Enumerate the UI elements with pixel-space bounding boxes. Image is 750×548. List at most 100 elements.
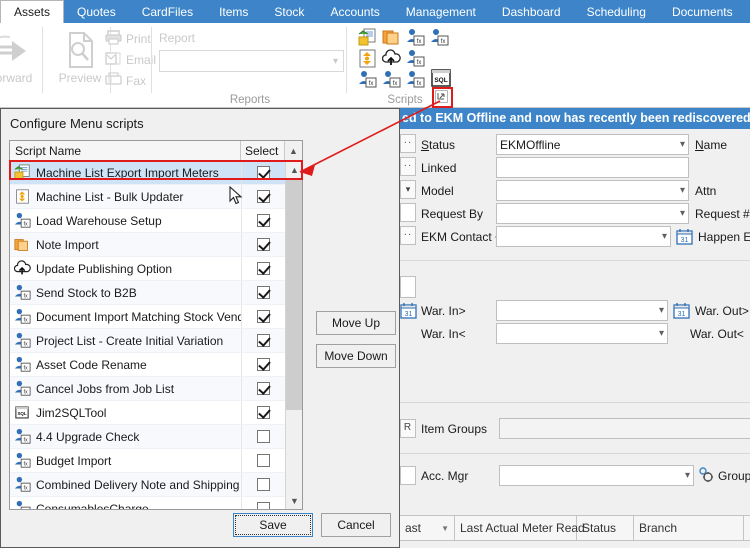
ekm-contact-combo[interactable]: ▾ — [496, 226, 671, 247]
calendar-icon[interactable]: 31 — [400, 302, 417, 319]
script-select-checkbox[interactable] — [241, 449, 285, 472]
tab-scheduling[interactable]: Scheduling — [574, 0, 659, 23]
script-list-scrollbar[interactable]: ▲ ▼ — [285, 161, 302, 509]
script-select-checkbox[interactable] — [241, 473, 285, 496]
script-select-checkbox[interactable] — [241, 233, 285, 256]
table-row[interactable]: SQL Jim2SQLTool — [10, 401, 285, 425]
save-button[interactable]: Save — [233, 513, 313, 537]
table-row[interactable]: fx Combined Delivery Note and Shipping St… — [10, 473, 285, 497]
table-row[interactable]: fx Cancel Jobs from Job List — [10, 377, 285, 401]
script-select-checkbox[interactable] — [241, 377, 285, 400]
tab-dashboard[interactable]: Dashboard — [489, 0, 574, 23]
tab-cardfiles[interactable]: CardFiles — [129, 0, 206, 23]
table-row[interactable]: Machine List - Bulk Updater — [10, 185, 285, 209]
script-select-checkbox[interactable] — [241, 161, 285, 184]
tab-tools[interactable]: Tools — [746, 0, 750, 23]
table-row[interactable]: fx Budget Import — [10, 449, 285, 473]
fax-button[interactable]: Fax — [105, 72, 146, 90]
table-row[interactable]: fx Load Warehouse Setup — [10, 209, 285, 233]
user-script-icon[interactable]: fx — [358, 70, 377, 89]
scroll-up-button[interactable]: ▲ — [286, 161, 302, 178]
print-button[interactable]: Print — [105, 30, 151, 48]
script-select-checkbox[interactable] — [241, 281, 285, 304]
script-select-checkbox[interactable] — [241, 425, 285, 448]
copy-folder-icon[interactable] — [382, 28, 401, 47]
report-combo[interactable]: ▾ — [159, 50, 344, 72]
script-select-checkbox[interactable] — [241, 401, 285, 424]
table-row[interactable]: Update Publishing Option — [10, 257, 285, 281]
scroll-down-button[interactable]: ▼ — [286, 492, 302, 509]
move-down-button[interactable]: Move Down — [316, 344, 396, 368]
script-select-checkbox[interactable] — [241, 185, 285, 208]
linked-input[interactable] — [496, 157, 689, 178]
grid-column-header[interactable]: Branch — [634, 516, 744, 540]
war-in-gt-combo[interactable]: ▾ — [496, 300, 668, 321]
script-name-label: Machine List Export Import Meters — [36, 165, 219, 180]
user-script-icon[interactable]: fx — [406, 28, 425, 47]
table-row[interactable]: Note Import — [10, 233, 285, 257]
script-select-checkbox[interactable] — [241, 305, 285, 328]
move-up-button[interactable]: Move Up — [316, 311, 396, 335]
column-header-script-name[interactable]: Script Name — [10, 141, 241, 160]
table-row[interactable]: fx Send Stock to B2B — [10, 281, 285, 305]
grid-column-header[interactable]: ast ▼ — [400, 516, 455, 540]
scroll-up-arrow-icon[interactable]: ▲ — [285, 141, 302, 160]
model-combo[interactable]: ▾ — [496, 180, 689, 201]
table-row[interactable]: fx ConsumablesCharge — [10, 497, 285, 509]
user-script-icon[interactable]: fx — [430, 28, 449, 47]
request-by-combo[interactable]: ▾ — [496, 203, 689, 224]
script-select-checkbox[interactable] — [241, 209, 285, 232]
tab-assets[interactable]: Assets — [0, 0, 65, 23]
tab-accounts[interactable]: Accounts — [317, 0, 392, 23]
table-row[interactable]: fx 4.4 Upgrade Check — [10, 425, 285, 449]
request-by-stub-box[interactable] — [400, 203, 416, 222]
tab-documents[interactable]: Documents — [659, 0, 746, 23]
ekm-contact-ellipsis-button[interactable]: ·· — [400, 226, 416, 245]
status-ellipsis-button[interactable]: ·· — [400, 134, 416, 153]
tab-management[interactable]: Management — [393, 0, 489, 23]
linked-ellipsis-button[interactable]: ·· — [400, 157, 416, 176]
groups-settings-icon[interactable] — [697, 466, 714, 486]
checkbox-icon — [257, 406, 270, 419]
tab-items[interactable]: Items — [206, 0, 261, 23]
status-combo[interactable]: EKMOffline ▾ — [496, 134, 689, 155]
item-groups-button[interactable]: R — [400, 419, 418, 438]
grid-column-header[interactable]: Last Actual Meter Read — [455, 516, 585, 540]
status-label: Status — [421, 137, 456, 152]
script-package-icon[interactable] — [358, 28, 377, 47]
user-script-icon: fx — [10, 332, 34, 349]
user-script-icon[interactable]: fx — [406, 49, 425, 68]
tab-stock[interactable]: Stock — [261, 0, 317, 23]
model-dropdown-button[interactable]: ▾ — [400, 180, 416, 199]
table-row[interactable]: fx Asset Code Rename — [10, 353, 285, 377]
preview-button[interactable]: Preview — [48, 29, 112, 85]
tab-quotes[interactable]: Quotes — [64, 0, 129, 23]
item-groups-input[interactable] — [499, 418, 750, 439]
script-select-checkbox[interactable] — [241, 257, 285, 280]
column-header-select[interactable]: Select — [241, 141, 285, 160]
cancel-button[interactable]: Cancel — [321, 513, 391, 537]
extra-stub-box[interactable] — [400, 276, 416, 298]
acc-mgr-stub-box[interactable] — [400, 466, 418, 485]
table-row[interactable]: Machine List Export Import Meters — [10, 161, 285, 185]
table-row[interactable]: fx Project List - Create Initial Variatio… — [10, 329, 285, 353]
table-row[interactable]: fx Document Import Matching Stock Vendor — [10, 305, 285, 329]
user-script-icon[interactable]: fx — [406, 70, 425, 89]
svg-text:fx: fx — [23, 485, 27, 491]
bulk-updater-icon[interactable] — [358, 49, 377, 68]
scrollbar-thumb[interactable] — [286, 178, 302, 410]
email-button[interactable]: Email — [105, 51, 156, 69]
svg-text:31: 31 — [681, 237, 689, 244]
forward-button[interactable]: orward — [0, 29, 46, 85]
script-select-checkbox[interactable] — [241, 497, 285, 509]
acc-mgr-combo[interactable]: ▾ — [499, 465, 694, 486]
calendar-icon[interactable]: 31 — [676, 228, 693, 245]
cloud-upload-icon[interactable] — [381, 49, 401, 68]
script-select-checkbox[interactable] — [241, 329, 285, 352]
grid-column-header[interactable]: Status — [577, 516, 634, 540]
calendar-icon[interactable]: 31 — [673, 302, 690, 319]
script-select-checkbox[interactable] — [241, 353, 285, 376]
sql-tool-icon[interactable]: SQL — [430, 67, 452, 89]
user-script-icon[interactable]: fx — [382, 70, 401, 89]
war-in-lt-combo[interactable]: ▾ — [496, 323, 668, 344]
